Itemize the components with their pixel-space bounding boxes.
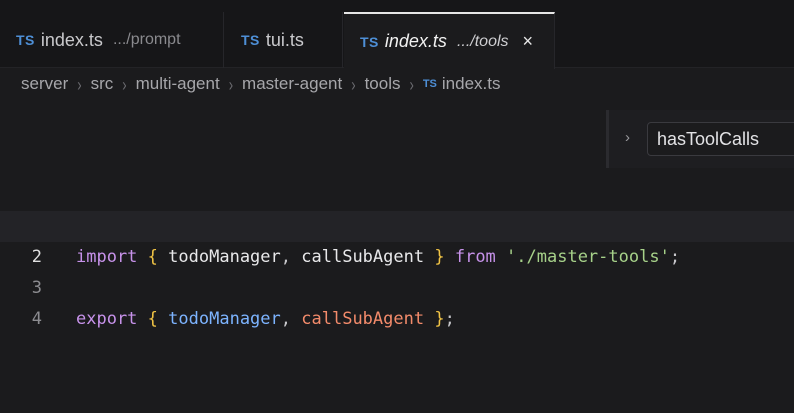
tab-bar: TS index.ts .../prompt TS tui.ts TS inde… (0, 0, 794, 69)
tab-label: index.ts (40, 29, 103, 50)
chevron-right-icon[interactable]: › (625, 129, 630, 146)
brace-token: { (147, 309, 158, 329)
tab-label: index.ts (384, 31, 447, 51)
tab-path-hint: .../tools (456, 32, 509, 50)
close-icon[interactable]: × (523, 31, 534, 52)
breadcrumb-item-server[interactable]: server (21, 74, 68, 94)
code-line: 3 export { todoManager, callSubAgent }; (0, 242, 794, 329)
code-text: export { todoManager, callSubAgent }; (76, 304, 455, 335)
identifier-token: callSubAgent (301, 309, 425, 329)
punctuation-token: ; (444, 309, 455, 329)
chevron-right-icon: › (409, 73, 414, 95)
tab-index-tools-active[interactable]: TS index.ts .../tools × (344, 12, 555, 69)
typescript-file-icon: TS (16, 32, 35, 48)
typescript-file-icon: TS (360, 33, 379, 50)
line-number: 4 (31, 309, 42, 329)
breadcrumb-item-master-agent[interactable]: master-agent (242, 74, 342, 94)
brace-token: } (434, 309, 445, 329)
identifier-token: todoManager (168, 309, 281, 329)
breadcrumb-item-multi-agent[interactable]: multi-agent (136, 74, 220, 94)
chevron-right-icon: › (228, 73, 234, 95)
breadcrumb-item-src[interactable]: src (91, 74, 114, 94)
typescript-file-icon: TS (241, 32, 260, 48)
sticky-symbol-widget: › hasToolCalls (606, 110, 794, 168)
chevron-right-icon: › (351, 73, 356, 95)
code-line: 4 (0, 273, 794, 329)
keyword-token: export (76, 309, 138, 329)
code-line-current: 2 (0, 211, 794, 267)
breadcrumb-item-tools[interactable]: tools (365, 74, 401, 94)
tab-path-hint: .../prompt (112, 31, 181, 48)
breadcrumb-item-file[interactable]: index.ts (442, 74, 501, 94)
breadcrumb: server › src › multi-agent › master-agen… (21, 72, 500, 96)
symbol-name-field[interactable]: hasToolCalls (647, 122, 794, 156)
code-line: 1 import { todoManager, callSubAgent } f… (0, 180, 794, 267)
punctuation-token: , (280, 309, 292, 329)
tab-index-prompt[interactable]: TS index.ts .../prompt (0, 12, 224, 68)
typescript-file-icon: TS (422, 78, 437, 90)
chevron-right-icon: › (77, 73, 82, 95)
tab-label: tui.ts (265, 29, 304, 50)
chevron-right-icon: › (122, 73, 127, 95)
tab-tui[interactable]: TS tui.ts (225, 12, 343, 68)
